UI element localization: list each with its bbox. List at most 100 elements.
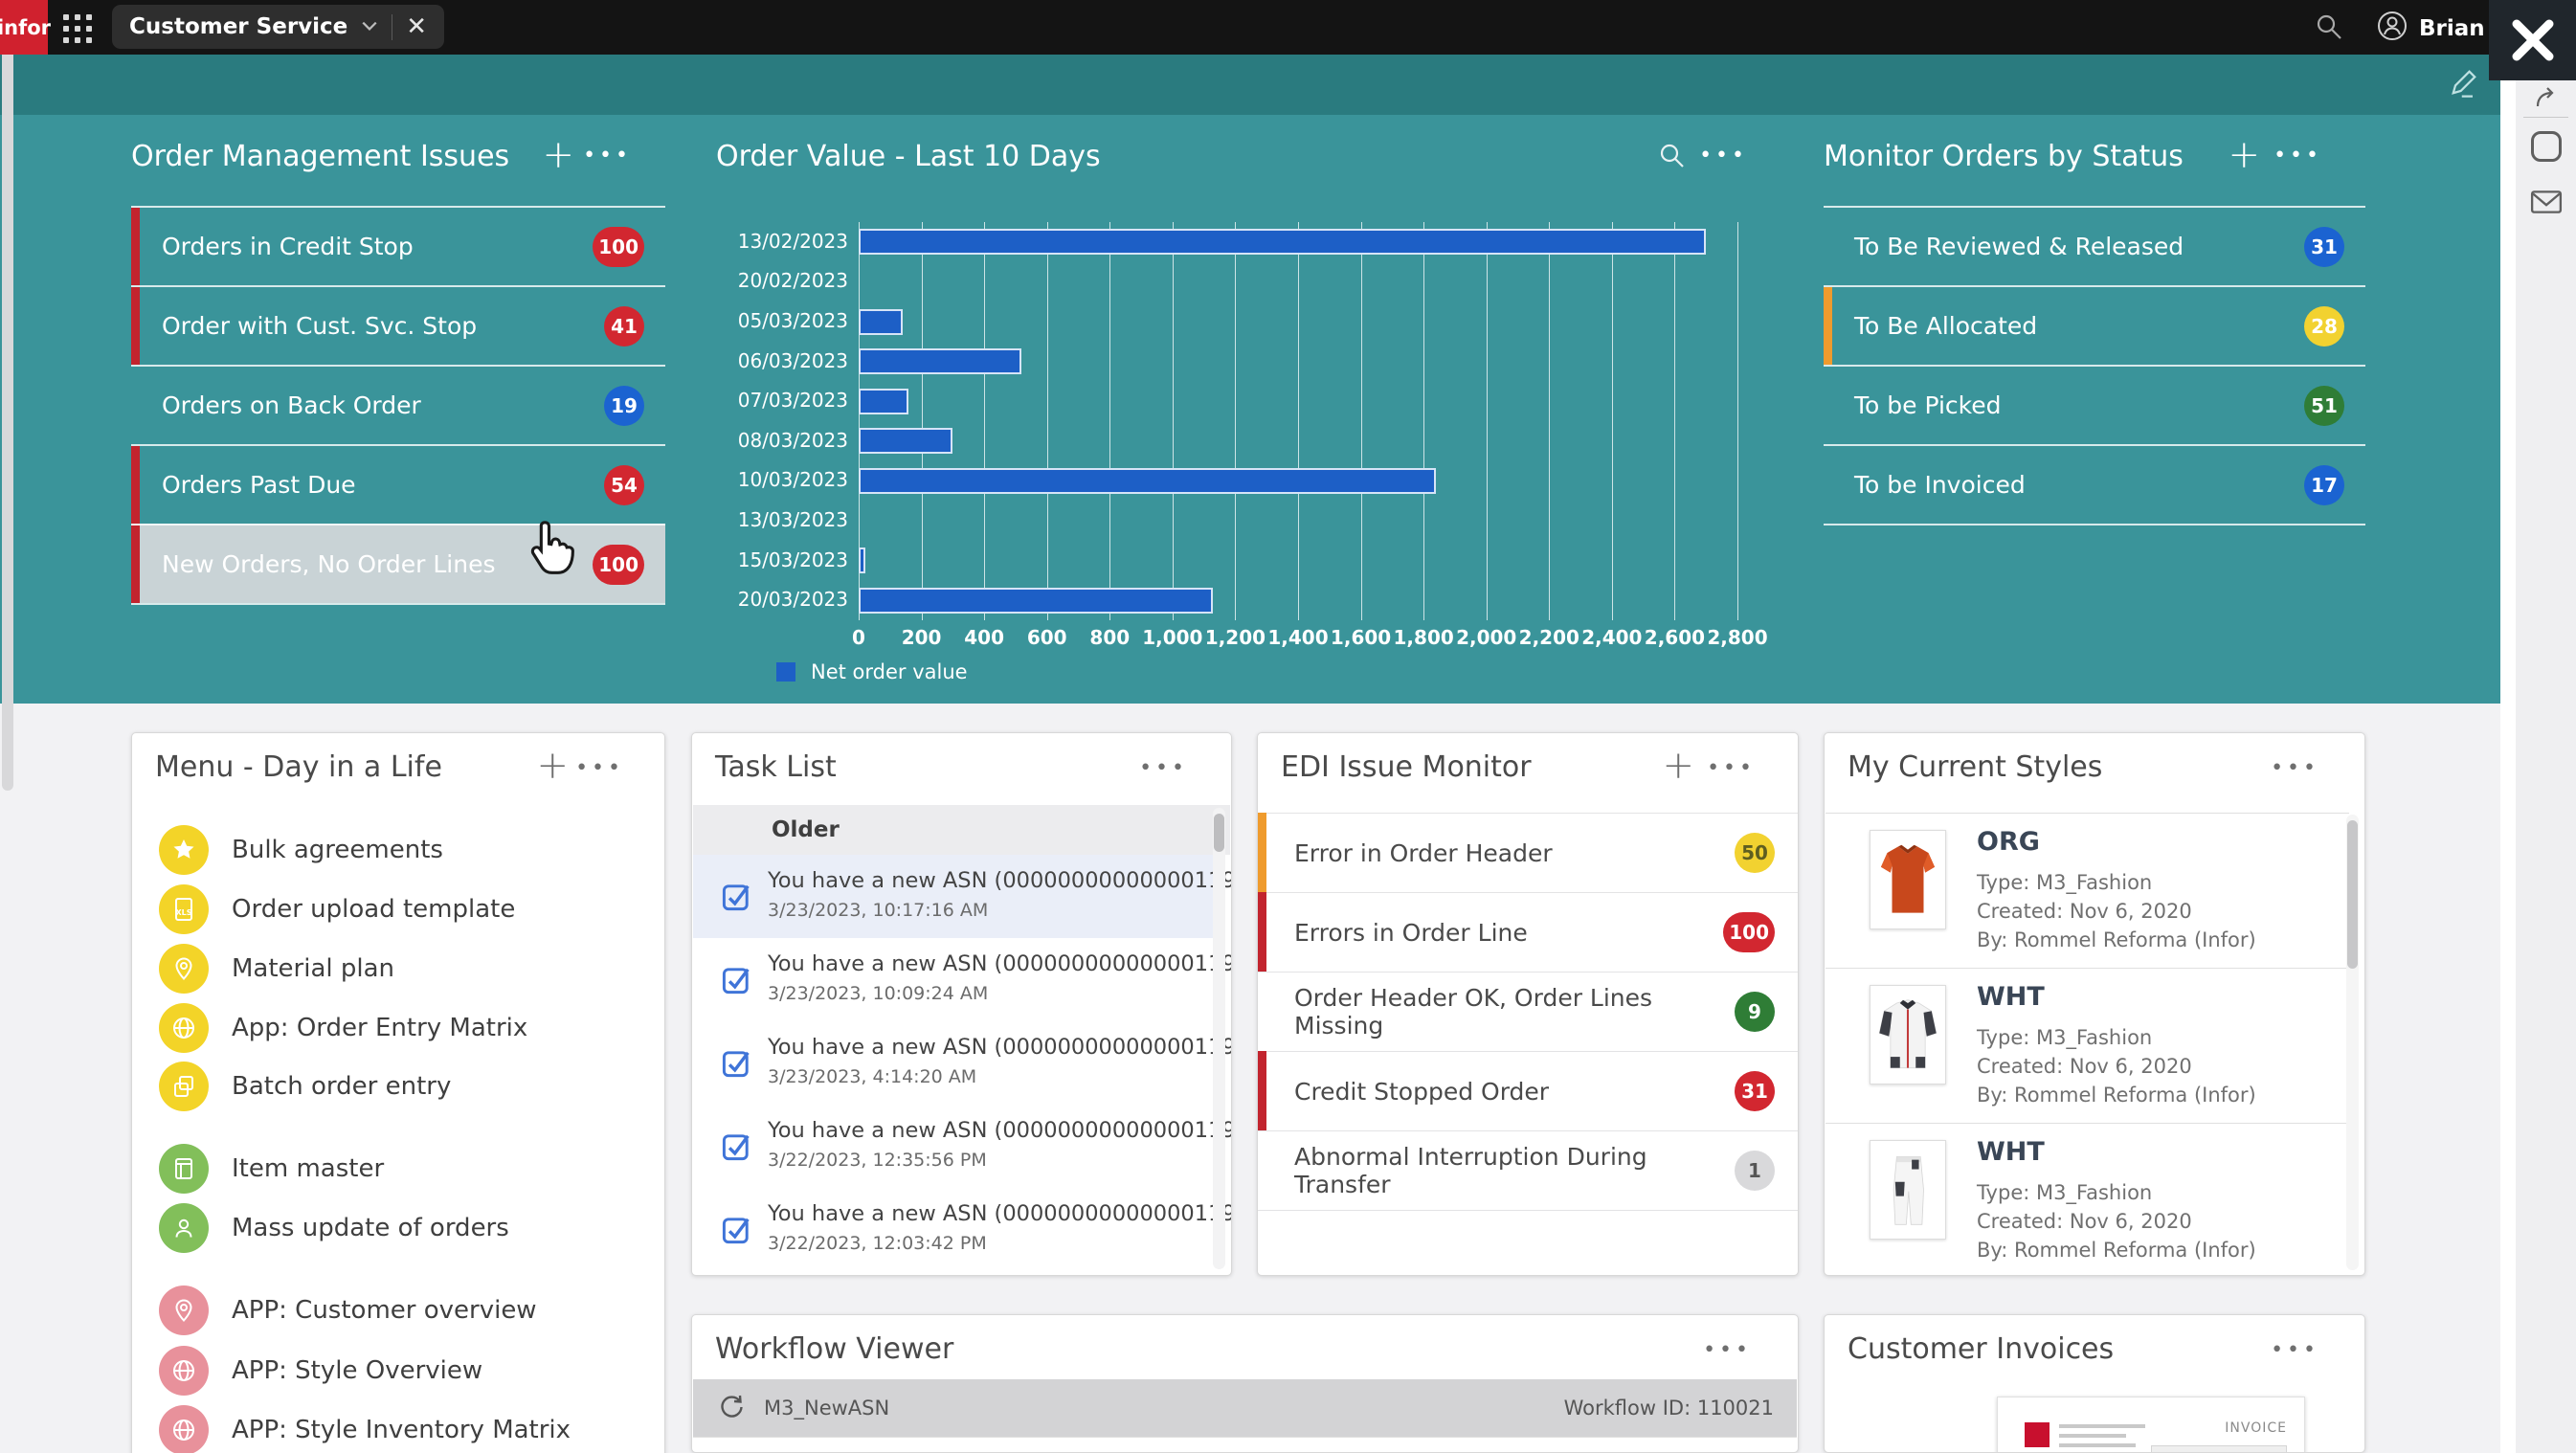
page-scrollbar[interactable] (2500, 80, 2516, 1453)
kpi-row[interactable]: Orders on Back Order 19 (131, 365, 665, 444)
kpi-label: New Orders, No Order Lines (162, 550, 593, 578)
batch-copy-icon (159, 1062, 209, 1111)
kpi-row[interactable]: Orders Past Due 54 (131, 444, 665, 524)
search-icon[interactable] (1658, 142, 1687, 174)
rail-divider (2523, 117, 2568, 118)
menu-item[interactable]: XLS Order upload template (159, 884, 653, 934)
count-badge: 54 (604, 465, 644, 505)
chart-category-label: 13/02/2023 (716, 230, 848, 253)
task-check-icon[interactable] (721, 1046, 753, 1083)
menu-item[interactable]: APP: Style Inventory Matrix (159, 1405, 653, 1453)
row-accent-bar (131, 525, 140, 603)
task-item[interactable]: You have a new ASN (0000000000000011922…… (693, 1021, 1218, 1105)
infor-logo[interactable]: infor (0, 0, 48, 55)
task-item[interactable]: You have a new ASN (0000000000000011925…… (693, 938, 1218, 1021)
kpi-row[interactable]: Order Header OK, Order Lines Missing 9 (1258, 972, 1798, 1051)
kpi-row[interactable]: Error in Order Header 50 (1258, 813, 1798, 892)
more-options-icon[interactable]: ••• (583, 145, 632, 167)
count-badge: 19 (604, 386, 644, 426)
chart-bar (859, 229, 1706, 255)
chart-bar (859, 309, 903, 335)
menu-item[interactable]: Material plan (159, 944, 653, 994)
more-options-icon[interactable]: ••• (1707, 758, 1756, 779)
task-check-icon[interactable] (721, 963, 753, 999)
styles-scrollbar[interactable] (2346, 815, 2359, 1270)
kpi-row[interactable]: New Orders, No Order Lines 100 (131, 524, 665, 603)
kpi-row[interactable]: Abnormal Interruption During Transfer 1 (1258, 1130, 1798, 1210)
task-scrollbar[interactable] (1213, 808, 1225, 1269)
add-icon[interactable]: + (542, 136, 574, 174)
task-check-icon[interactable] (721, 880, 753, 916)
more-options-icon[interactable]: ••• (1703, 1340, 1752, 1361)
style-item[interactable]: WHT Type: M3_Fashion Created: Nov 6, 202… (1826, 1123, 2349, 1276)
add-icon[interactable]: + (2228, 136, 2260, 174)
share-icon[interactable] (2531, 81, 2562, 116)
app-launcher-icon[interactable] (63, 14, 92, 43)
more-options-icon[interactable]: ••• (1699, 145, 1748, 167)
chart-gridline (1423, 222, 1424, 620)
kpi-row[interactable]: Errors in Order Line 100 (1258, 892, 1798, 972)
chart-gridline (1109, 222, 1110, 620)
task-check-icon[interactable] (721, 1213, 753, 1249)
video-close-overlay[interactable] (2489, 0, 2576, 80)
widget-task-list: Task List ••• Older You have a new ASN (… (691, 732, 1232, 1276)
chart-category-labels: 13/02/202320/02/202305/03/202306/03/2023… (716, 222, 848, 620)
kpi-row[interactable]: To be Picked 51 (1824, 365, 2365, 444)
mail-icon[interactable] (2530, 189, 2563, 219)
chart-category-label: 10/03/2023 (716, 468, 848, 491)
globe-icon (159, 1003, 209, 1053)
menu-item[interactable]: APP: Customer overview (159, 1285, 653, 1335)
menu-item[interactable]: APP: Style Overview (159, 1346, 653, 1396)
task-item[interactable]: You have a new ASN (0000000000000011919…… (693, 1105, 1218, 1188)
chart-gridline (1487, 222, 1488, 620)
task-item[interactable]: You have a new ASN (0000000000000011928…… (693, 855, 1218, 938)
style-item[interactable]: ORG Type: M3_Fashion Created: Nov 6, 202… (1826, 813, 2349, 969)
count-badge: 100 (1723, 912, 1775, 952)
edit-page-pencil-icon[interactable] (2447, 65, 2481, 103)
menu-item-label: Order upload template (232, 895, 515, 924)
more-options-icon[interactable]: ••• (575, 758, 624, 779)
kpi-row[interactable]: To be Invoiced 17 (1824, 444, 2365, 524)
search-icon[interactable] (2315, 12, 2343, 45)
chart-bar (859, 548, 865, 573)
invoice-preview[interactable]: INVOICE (1997, 1397, 2305, 1453)
menu-item[interactable]: Item master (159, 1144, 653, 1194)
widget-title: Menu - Day in a Life (155, 750, 442, 784)
more-options-icon[interactable]: ••• (2274, 145, 2322, 167)
task-text: You have a new ASN (0000000000000011919… (768, 1118, 1232, 1143)
chevron-down-icon[interactable] (361, 18, 378, 36)
workflow-row[interactable]: M3_NewASN Workflow ID: 110021 (693, 1379, 1797, 1437)
menu-item[interactable]: App: Order Entry Matrix (159, 1003, 653, 1053)
chart-tick-label: 2,000 (1456, 626, 1516, 649)
kpi-row[interactable]: Orders in Credit Stop 100 (131, 206, 665, 285)
menu-item[interactable]: Mass update of orders (159, 1203, 653, 1253)
chart-tick-label: 400 (964, 626, 1004, 649)
add-icon[interactable]: + (1662, 747, 1694, 785)
more-options-icon[interactable]: ••• (1139, 758, 1188, 779)
tab-customer-service[interactable]: Customer Service ✕ (112, 5, 444, 49)
style-type: Type: M3_Fashion (1977, 1181, 2152, 1204)
task-item[interactable]: You have a new ASN (0000000000000011913…… (693, 1188, 1218, 1271)
row-accent-bar (131, 208, 140, 285)
tab-close-icon[interactable]: ✕ (406, 14, 427, 39)
add-icon[interactable]: + (536, 747, 569, 785)
count-badge: 50 (1735, 833, 1775, 873)
menu-item[interactable]: Bulk agreements (159, 825, 653, 875)
task-check-icon[interactable] (721, 1129, 753, 1166)
workflow-name: M3_NewASN (764, 1397, 889, 1419)
more-options-icon[interactable]: ••• (2271, 1340, 2319, 1361)
kpi-row[interactable]: Order with Cust. Svc. Stop 41 (131, 285, 665, 365)
style-item[interactable]: WHT Type: M3_Fashion Created: Nov 6, 202… (1826, 968, 2349, 1124)
location-pin-icon (159, 1285, 209, 1335)
kpi-row[interactable]: Credit Stopped Order 31 (1258, 1051, 1798, 1130)
menu-item[interactable]: Batch order entry (159, 1062, 653, 1111)
app-window-icon[interactable] (2531, 131, 2562, 162)
chart-category-label: 20/02/2023 (716, 269, 848, 292)
page-scrollbar-thumb[interactable] (2, 42, 13, 791)
style-type: Type: M3_Fashion (1977, 1026, 2152, 1049)
kpi-row[interactable]: To Be Reviewed & Released 31 (1824, 206, 2365, 285)
kpi-row[interactable]: To Be Allocated 28 (1824, 285, 2365, 365)
more-options-icon[interactable]: ••• (2271, 758, 2319, 779)
kpi-label: To Be Allocated (1854, 312, 2304, 340)
kpi-label: To be Picked (1854, 391, 2304, 419)
